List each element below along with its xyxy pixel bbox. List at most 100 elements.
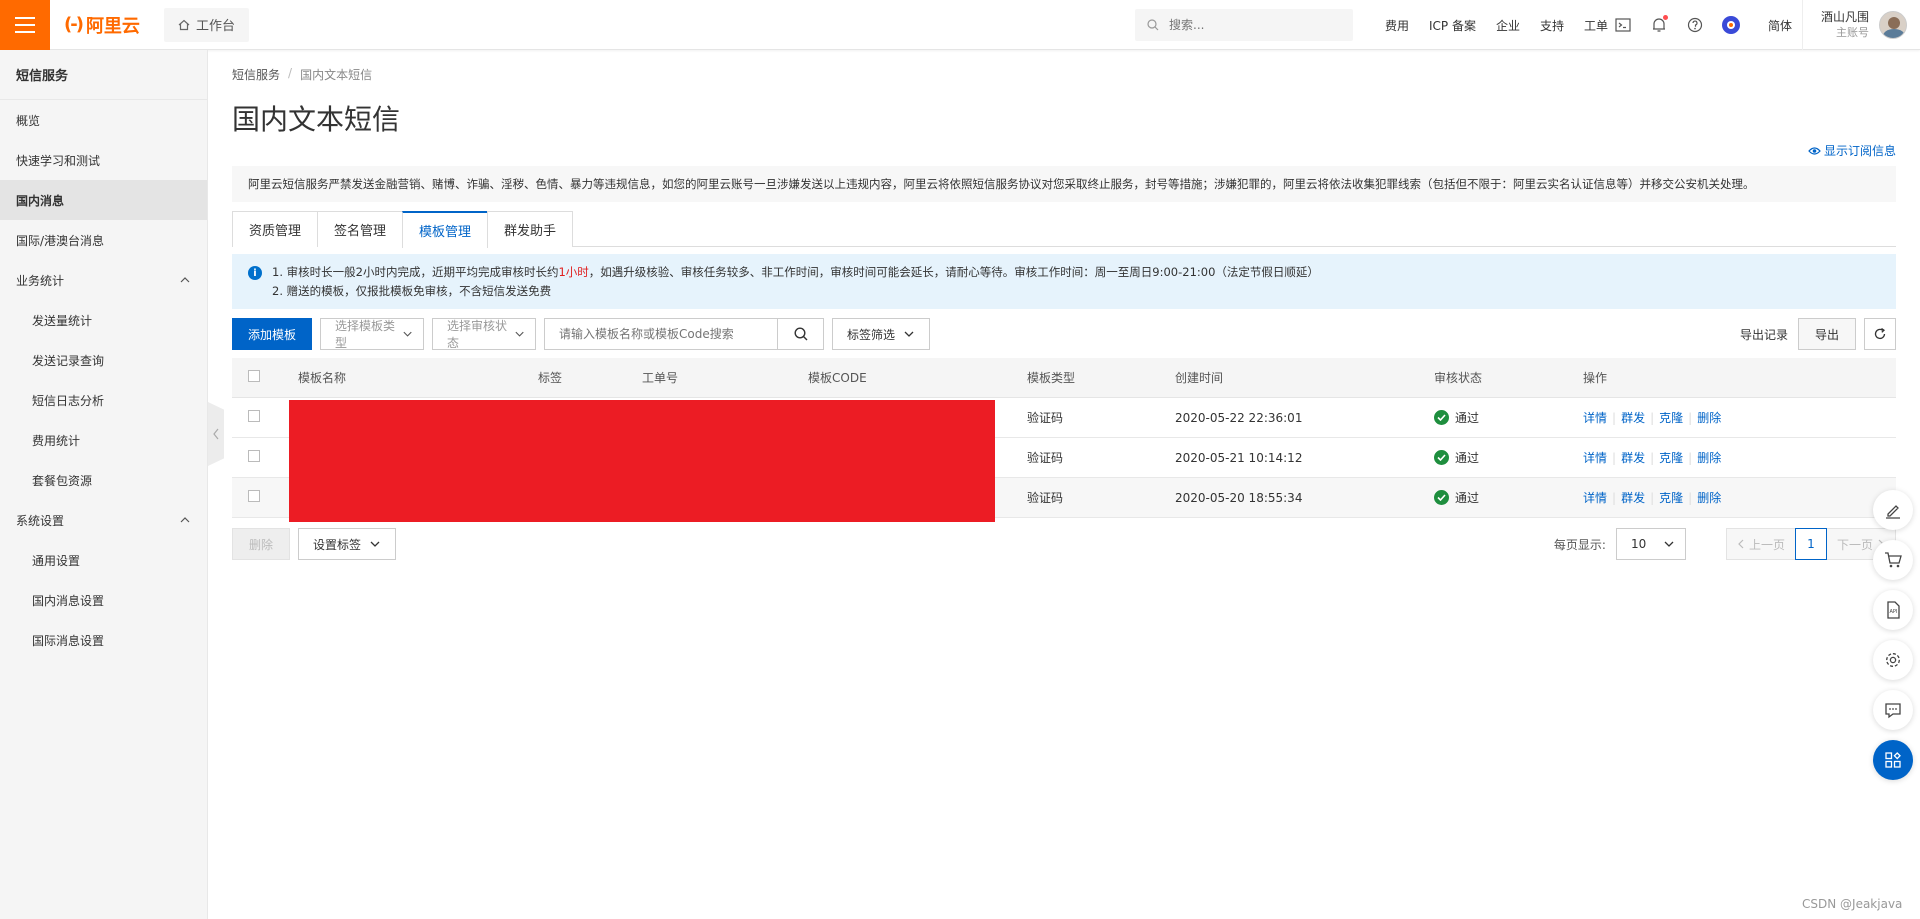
top-link-support[interactable]: 支持 bbox=[1530, 17, 1574, 34]
hamburger-icon bbox=[15, 16, 35, 19]
export-button[interactable]: 导出 bbox=[1797, 318, 1856, 350]
detail-link[interactable]: 详情 bbox=[1583, 411, 1607, 425]
tab-bar: 资质管理 签名管理 模板管理 群发助手 bbox=[232, 211, 1896, 248]
help-icon[interactable] bbox=[1684, 14, 1706, 36]
top-link-fee[interactable]: 费用 bbox=[1375, 17, 1419, 34]
chevron-down-icon bbox=[904, 331, 914, 337]
bulk-send-link[interactable]: 群发 bbox=[1621, 411, 1645, 425]
review-info-notice: i 1. 审核时长一般2小时内完成，近期平均完成审核时长约1小时，如遇升级核验、… bbox=[232, 254, 1896, 309]
top-links: 费用 ICP 备案 企业 支持 工单 bbox=[1375, 0, 1618, 50]
page-number-1[interactable]: 1 bbox=[1794, 528, 1827, 560]
prev-page-button[interactable]: 上一页 bbox=[1725, 528, 1796, 560]
search-icon bbox=[1147, 19, 1159, 31]
template-table: 模板名称 标签 工单号 模板CODE 模板类型 创建时间 审核状态 操作 验证码… bbox=[232, 358, 1896, 522]
apps-icon[interactable] bbox=[1873, 740, 1913, 780]
aliyun-logo[interactable]: (-) 阿里云 bbox=[64, 12, 140, 38]
top-icons bbox=[1612, 0, 1742, 50]
tab-qualification[interactable]: 资质管理 bbox=[232, 211, 319, 247]
sidebar: 短信服务 概览 快速学习和测试 国内消息 国际/港澳台消息 业务统计 发送量统计… bbox=[0, 50, 208, 919]
export-records-link[interactable]: 导出记录 bbox=[1740, 326, 1788, 343]
language-switch[interactable]: 简体 bbox=[1768, 0, 1792, 50]
clone-link[interactable]: 克隆 bbox=[1659, 451, 1683, 465]
breadcrumb-sms-service[interactable]: 短信服务 bbox=[232, 66, 280, 83]
table-header: 模板名称 标签 工单号 模板CODE 模板类型 创建时间 审核状态 操作 bbox=[232, 358, 1896, 398]
menu-toggle-button[interactable] bbox=[0, 0, 50, 50]
tab-signature[interactable]: 签名管理 bbox=[317, 211, 404, 247]
refresh-button[interactable] bbox=[1864, 318, 1896, 350]
global-search-input[interactable] bbox=[1167, 17, 1337, 33]
sidebar-item-domestic-settings[interactable]: 国内消息设置 bbox=[0, 580, 207, 620]
sidebar-item-log-analysis[interactable]: 短信日志分析 bbox=[0, 380, 207, 420]
workbench-button[interactable]: 工作台 bbox=[163, 7, 249, 42]
show-subscription-link[interactable]: 显示订阅信息 bbox=[1808, 142, 1896, 159]
set-tag-button[interactable]: 设置标签 bbox=[298, 528, 397, 560]
sidebar-item-send-records[interactable]: 发送记录查询 bbox=[0, 340, 207, 380]
sidebar-title: 短信服务 bbox=[0, 50, 207, 100]
tag-filter-button[interactable]: 标签筛选 bbox=[832, 318, 931, 350]
bell-icon[interactable] bbox=[1648, 14, 1670, 36]
row-status: 通过 bbox=[1455, 411, 1480, 425]
sidebar-group-statistics[interactable]: 业务统计 bbox=[0, 260, 207, 300]
edit-icon[interactable] bbox=[1873, 490, 1913, 530]
eye-icon bbox=[1808, 146, 1821, 155]
user-name: 酒山凡围 bbox=[1821, 10, 1870, 24]
delete-link[interactable]: 删除 bbox=[1697, 451, 1721, 465]
gear-icon[interactable] bbox=[1873, 640, 1913, 680]
sidebar-item-send-volume[interactable]: 发送量统计 bbox=[0, 300, 207, 340]
chevron-down-icon bbox=[515, 331, 524, 337]
delete-link[interactable]: 删除 bbox=[1697, 491, 1721, 505]
sidebar-group-settings[interactable]: 系统设置 bbox=[0, 500, 207, 540]
global-search[interactable] bbox=[1135, 9, 1353, 41]
row-checkbox[interactable] bbox=[248, 450, 260, 462]
top-link-enterprise[interactable]: 企业 bbox=[1486, 17, 1530, 34]
info-line-2: 2. 赠送的模板，仅报批模板免审核，不含短信发送免费 bbox=[272, 284, 552, 298]
tab-bulk-send[interactable]: 群发助手 bbox=[487, 211, 574, 247]
sidebar-item-general-settings[interactable]: 通用设置 bbox=[0, 540, 207, 580]
chat-icon[interactable] bbox=[1873, 690, 1913, 730]
sidebar-item-domestic[interactable]: 国内消息 bbox=[0, 180, 207, 220]
sidebar-item-international[interactable]: 国际/港澳台消息 bbox=[0, 220, 207, 260]
bulk-delete-button[interactable]: 删除 bbox=[232, 528, 291, 560]
tab-template[interactable]: 模板管理 bbox=[402, 211, 489, 248]
detail-link[interactable]: 详情 bbox=[1583, 491, 1607, 505]
select-all-checkbox[interactable] bbox=[248, 370, 260, 382]
review-status-select[interactable]: 选择审核状态 bbox=[432, 318, 537, 350]
terminal-icon[interactable] bbox=[1612, 14, 1634, 36]
assistant-icon[interactable] bbox=[1720, 14, 1742, 36]
sidebar-item-intl-settings[interactable]: 国际消息设置 bbox=[0, 620, 207, 660]
check-circle-icon bbox=[1434, 410, 1449, 425]
template-search-input[interactable] bbox=[545, 319, 778, 349]
page-size-select[interactable]: 10 bbox=[1615, 528, 1686, 560]
cart-icon[interactable] bbox=[1873, 540, 1913, 580]
clone-link[interactable]: 克隆 bbox=[1659, 411, 1683, 425]
sidebar-item-packages[interactable]: 套餐包资源 bbox=[0, 460, 207, 500]
top-link-icp[interactable]: ICP 备案 bbox=[1419, 17, 1486, 34]
sidebar-item-cost-stats[interactable]: 费用统计 bbox=[0, 420, 207, 460]
user-menu[interactable]: 酒山凡围 主账号 bbox=[1802, 0, 1908, 50]
template-search bbox=[544, 318, 825, 350]
add-template-button[interactable]: 添加模板 bbox=[232, 318, 313, 350]
chevron-down-icon bbox=[370, 541, 380, 547]
delete-link[interactable]: 删除 bbox=[1697, 411, 1721, 425]
row-checkbox[interactable] bbox=[248, 410, 260, 422]
row-checkbox[interactable] bbox=[248, 490, 260, 502]
detail-link[interactable]: 详情 bbox=[1583, 451, 1607, 465]
bulk-send-link[interactable]: 群发 bbox=[1621, 451, 1645, 465]
clone-link[interactable]: 克隆 bbox=[1659, 491, 1683, 505]
api-document-icon[interactable]: API bbox=[1873, 590, 1913, 630]
sidebar-collapse-handle[interactable] bbox=[208, 402, 224, 466]
home-icon bbox=[178, 19, 190, 30]
sidebar-item-overview[interactable]: 概览 bbox=[0, 100, 207, 140]
avatar[interactable] bbox=[1879, 11, 1908, 39]
top-bar: (-) 阿里云 工作台 费用 ICP 备案 企业 支持 工单 简体 bbox=[0, 0, 1920, 50]
svg-text:API: API bbox=[1890, 609, 1898, 615]
col-tag: 标签 bbox=[538, 371, 563, 385]
template-toolbar: 添加模板 选择模板类型 选择审核状态 标签筛选 导出记录 导出 bbox=[232, 318, 1896, 350]
row-created: 2020-05-20 18:55:34 bbox=[1175, 490, 1303, 505]
template-search-button[interactable] bbox=[777, 319, 823, 349]
template-type-select[interactable]: 选择模板类型 bbox=[320, 318, 425, 350]
info-line-1: 1. 审核时长一般2小时内完成，近期平均完成审核时长约1小时，如遇升级核验、审核… bbox=[272, 265, 1319, 279]
bulk-send-link[interactable]: 群发 bbox=[1621, 491, 1645, 505]
sidebar-item-quickstart[interactable]: 快速学习和测试 bbox=[0, 140, 207, 180]
breadcrumb-current: 国内文本短信 bbox=[300, 68, 373, 82]
